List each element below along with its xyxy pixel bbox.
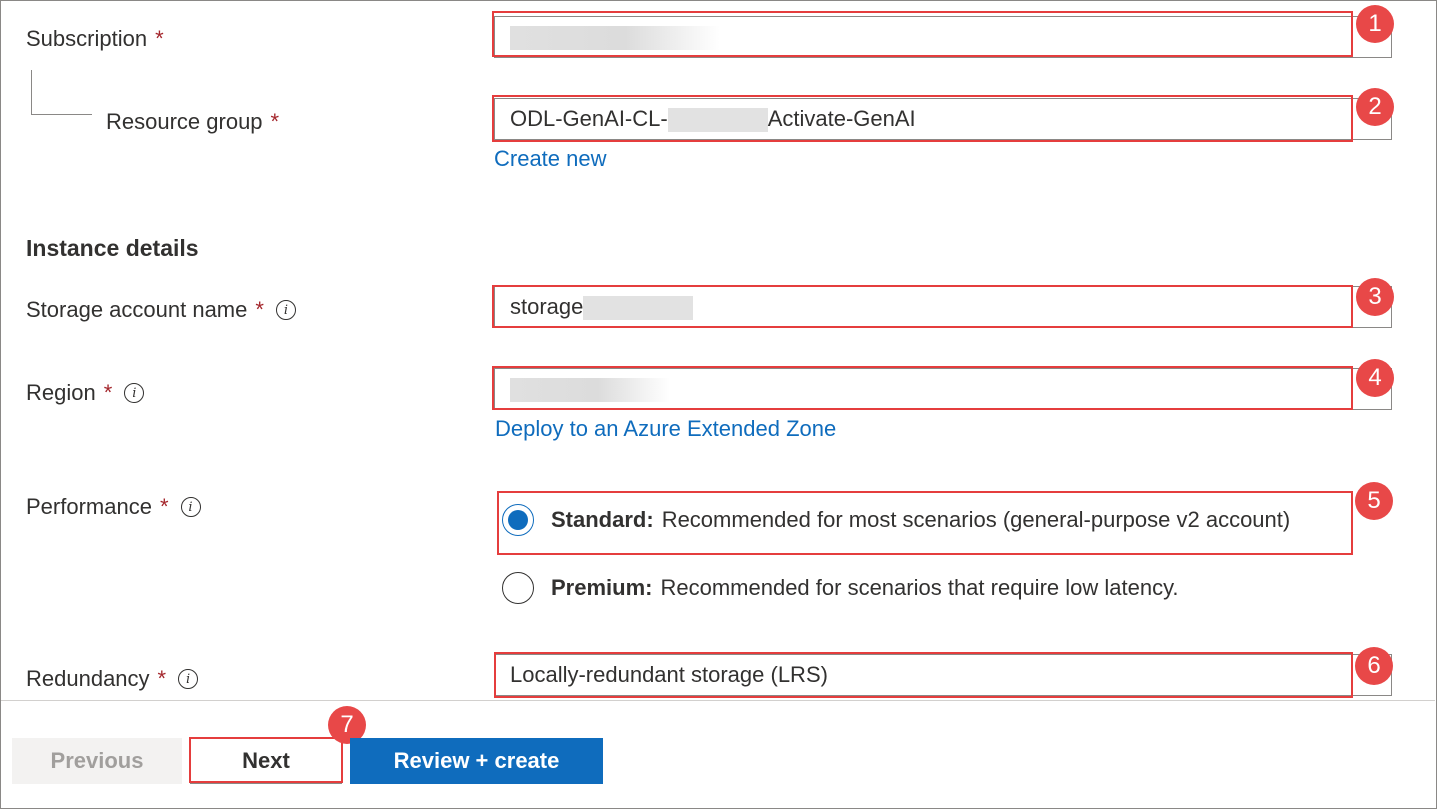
annotation-badge-4: 4 — [1356, 359, 1394, 397]
previous-button[interactable]: Previous — [12, 738, 182, 784]
info-icon[interactable]: i — [178, 669, 199, 689]
required-marker: * — [255, 297, 264, 322]
redundancy-label: Redundancy * i — [26, 666, 199, 692]
create-new-link[interactable]: Create new — [494, 146, 607, 172]
required-marker: * — [159, 494, 169, 519]
region-label: Region * i — [26, 380, 145, 406]
redundancy-dropdown[interactable]: Locally-redundant storage (LRS) — [494, 654, 1392, 696]
storage-account-name-input[interactable]: storage — [494, 286, 1392, 328]
performance-label: Performance * i — [26, 494, 201, 520]
info-icon[interactable]: i — [180, 497, 201, 517]
extended-zone-link[interactable]: Deploy to an Azure Extended Zone — [495, 416, 836, 442]
annotation-badge-1: 1 — [1356, 5, 1394, 43]
redacted-region — [510, 378, 670, 403]
subscription-dropdown[interactable] — [494, 16, 1392, 58]
info-icon[interactable]: i — [275, 300, 296, 320]
annotation-badge-2: 2 — [1356, 88, 1394, 126]
resource-group-dropdown[interactable]: ODL-GenAI-CL- Activate-GenAI — [494, 98, 1392, 140]
performance-option-standard[interactable]: Standard: Recommended for most scenarios… — [502, 504, 1290, 536]
radio-selected-icon[interactable] — [502, 504, 534, 536]
resource-group-label: Resource group * — [106, 109, 280, 134]
required-marker: * — [155, 26, 164, 51]
required-marker: * — [270, 109, 280, 134]
resource-group-suffix: Activate-GenAI — [767, 105, 916, 131]
radio-unselected-icon[interactable] — [502, 572, 534, 604]
review-create-button[interactable]: Review + create — [350, 738, 603, 784]
footer-divider — [1, 700, 1435, 701]
redacted-subscription — [510, 26, 720, 51]
redacted-storage-suffix — [583, 296, 694, 321]
annotation-badge-5: 5 — [1355, 482, 1393, 520]
storage-name-value: storage — [510, 293, 584, 319]
required-marker: * — [103, 380, 113, 405]
redacted-resource-group — [667, 108, 768, 133]
region-dropdown[interactable] — [494, 368, 1392, 410]
annotation-badge-6: 6 — [1355, 647, 1393, 685]
next-button[interactable]: Next — [190, 738, 342, 784]
subscription-label: Subscription * — [26, 26, 164, 51]
instance-details-heading: Instance details — [26, 235, 199, 261]
info-icon[interactable]: i — [124, 383, 145, 403]
tree-connector — [31, 70, 92, 115]
performance-option-premium[interactable]: Premium: Recommended for scenarios that … — [502, 572, 1179, 604]
resource-group-prefix: ODL-GenAI-CL- — [510, 105, 668, 131]
annotation-badge-3: 3 — [1356, 278, 1394, 316]
storage-account-name-label: Storage account name * i — [26, 297, 296, 323]
required-marker: * — [157, 666, 167, 691]
